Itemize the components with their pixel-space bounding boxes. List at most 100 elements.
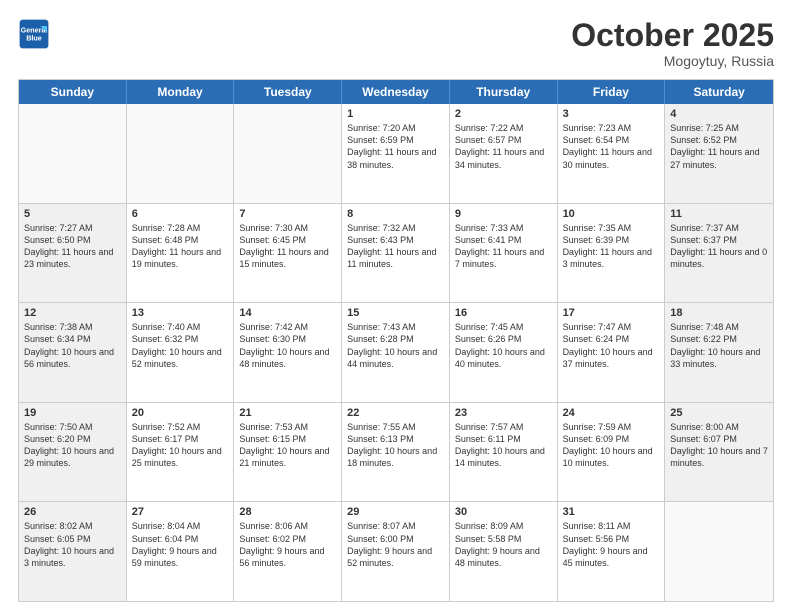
day-number: 7 <box>239 208 336 220</box>
cell-info: Sunrise: 7:28 AM Sunset: 6:48 PM Dayligh… <box>132 222 229 271</box>
cell-info: Sunrise: 8:11 AM Sunset: 5:56 PM Dayligh… <box>563 520 660 569</box>
cal-cell-r2c1: 13Sunrise: 7:40 AM Sunset: 6:32 PM Dayli… <box>127 303 235 402</box>
cal-cell-r0c5: 3 Sunrise: 7:23 AM Sunset: 6:54 PM Daylig… <box>558 104 666 203</box>
calendar-row-2: 5 Sunrise: 7:27 AM Sunset: 6:50 PM Daylig… <box>19 203 773 303</box>
cal-cell-r2c2: 14 Sunrise: 7:42 AM Sunset: 6:30 PM Dayli… <box>234 303 342 402</box>
day-number: 6 <box>132 208 229 220</box>
day-number: 31 <box>563 506 660 518</box>
calendar-row-3: 12 Sunrise: 7:38 AM Sunset: 6:34 PM Dayli… <box>19 302 773 402</box>
header-saturday: Saturday <box>665 80 773 104</box>
cell-info: Sunrise: 7:53 AM Sunset: 6:15 PM Dayligh… <box>239 421 336 470</box>
cell-info: Sunrise: 8:00 AM Sunset: 6:07 PM Dayligh… <box>670 421 768 470</box>
day-number: 30 <box>455 506 552 518</box>
cell-info: Sunrise: 7:27 AM Sunset: 6:50 PM Dayligh… <box>24 222 121 271</box>
cell-info: Sunrise: 7:37 AM Sunset: 6:37 PM Dayligh… <box>670 222 768 271</box>
calendar-header: Sunday Monday Tuesday Wednesday Thursday… <box>19 80 773 104</box>
day-number: 26 <box>24 506 121 518</box>
cal-cell-r0c1 <box>127 104 235 203</box>
calendar-row-4: 19 Sunrise: 7:50 AM Sunset: 6:20 PM Dayli… <box>19 402 773 502</box>
cell-info: Sunrise: 7:35 AM Sunset: 6:39 PM Dayligh… <box>563 222 660 271</box>
cell-info: Sunrise: 7:52 AM Sunset: 6:17 PM Dayligh… <box>132 421 229 470</box>
cal-cell-r4c3: 29 Sunrise: 8:07 AM Sunset: 6:00 PM Dayli… <box>342 502 450 601</box>
cell-info: Sunrise: 8:04 AM Sunset: 6:04 PM Dayligh… <box>132 520 229 569</box>
cell-info: Sunrise: 7:33 AM Sunset: 6:41 PM Dayligh… <box>455 222 552 271</box>
header-thursday: Thursday <box>450 80 558 104</box>
day-number: 1 <box>347 108 444 120</box>
cal-cell-r2c6: 18 Sunrise: 7:48 AM Sunset: 6:22 PM Dayli… <box>665 303 773 402</box>
day-number: 19 <box>24 407 121 419</box>
cal-cell-r2c4: 16Sunrise: 7:45 AM Sunset: 6:26 PM Dayli… <box>450 303 558 402</box>
day-number: 27 <box>132 506 229 518</box>
day-number: 21 <box>239 407 336 419</box>
day-number: 15 <box>347 307 444 319</box>
cal-cell-r0c3: 1Sunrise: 7:20 AM Sunset: 6:59 PM Daylig… <box>342 104 450 203</box>
calendar-row-5: 26 Sunrise: 8:02 AM Sunset: 6:05 PM Dayli… <box>19 501 773 601</box>
cell-info: Sunrise: 7:43 AM Sunset: 6:28 PM Dayligh… <box>347 321 444 370</box>
cal-cell-r3c0: 19 Sunrise: 7:50 AM Sunset: 6:20 PM Dayli… <box>19 403 127 502</box>
cal-cell-r0c0 <box>19 104 127 203</box>
cell-info: Sunrise: 7:23 AM Sunset: 6:54 PM Dayligh… <box>563 122 660 171</box>
cal-cell-r1c2: 7Sunrise: 7:30 AM Sunset: 6:45 PM Daylig… <box>234 204 342 303</box>
cell-info: Sunrise: 7:38 AM Sunset: 6:34 PM Dayligh… <box>24 321 121 370</box>
cal-cell-r1c1: 6 Sunrise: 7:28 AM Sunset: 6:48 PM Daylig… <box>127 204 235 303</box>
cal-cell-r3c6: 25 Sunrise: 8:00 AM Sunset: 6:07 PM Dayli… <box>665 403 773 502</box>
cal-cell-r4c1: 27 Sunrise: 8:04 AM Sunset: 6:04 PM Dayli… <box>127 502 235 601</box>
day-number: 8 <box>347 208 444 220</box>
day-number: 28 <box>239 506 336 518</box>
header-wednesday: Wednesday <box>342 80 450 104</box>
cell-info: Sunrise: 7:50 AM Sunset: 6:20 PM Dayligh… <box>24 421 121 470</box>
cell-info: Sunrise: 7:48 AM Sunset: 6:22 PM Dayligh… <box>670 321 768 370</box>
day-number: 16 <box>455 307 552 319</box>
cell-info: Sunrise: 8:09 AM Sunset: 5:58 PM Dayligh… <box>455 520 552 569</box>
day-number: 24 <box>563 407 660 419</box>
day-number: 20 <box>132 407 229 419</box>
cal-cell-r1c6: 11 Sunrise: 7:37 AM Sunset: 6:37 PM Dayli… <box>665 204 773 303</box>
cal-cell-r1c0: 5 Sunrise: 7:27 AM Sunset: 6:50 PM Daylig… <box>19 204 127 303</box>
day-number: 2 <box>455 108 552 120</box>
cal-cell-r2c0: 12 Sunrise: 7:38 AM Sunset: 6:34 PM Dayli… <box>19 303 127 402</box>
day-number: 22 <box>347 407 444 419</box>
svg-text:Blue: Blue <box>26 33 42 42</box>
day-number: 11 <box>670 208 768 220</box>
day-number: 5 <box>24 208 121 220</box>
calendar-body: 1Sunrise: 7:20 AM Sunset: 6:59 PM Daylig… <box>19 104 773 601</box>
page: General Blue October 2025 Mogoytuy, Russ… <box>0 0 792 612</box>
location-title: Mogoytuy, Russia <box>571 53 774 69</box>
cal-cell-r4c6 <box>665 502 773 601</box>
title-block: October 2025 Mogoytuy, Russia <box>571 18 774 69</box>
month-title: October 2025 <box>571 18 774 53</box>
cell-info: Sunrise: 7:59 AM Sunset: 6:09 PM Dayligh… <box>563 421 660 470</box>
cal-cell-r0c2 <box>234 104 342 203</box>
header: General Blue October 2025 Mogoytuy, Russ… <box>18 18 774 69</box>
header-monday: Monday <box>127 80 235 104</box>
day-number: 23 <box>455 407 552 419</box>
cal-cell-r3c4: 23 Sunrise: 7:57 AM Sunset: 6:11 PM Dayli… <box>450 403 558 502</box>
day-number: 25 <box>670 407 768 419</box>
cell-info: Sunrise: 7:57 AM Sunset: 6:11 PM Dayligh… <box>455 421 552 470</box>
cal-cell-r4c0: 26 Sunrise: 8:02 AM Sunset: 6:05 PM Dayli… <box>19 502 127 601</box>
cal-cell-r1c3: 8Sunrise: 7:32 AM Sunset: 6:43 PM Daylig… <box>342 204 450 303</box>
cal-cell-r3c3: 22Sunrise: 7:55 AM Sunset: 6:13 PM Dayli… <box>342 403 450 502</box>
cell-info: Sunrise: 7:40 AM Sunset: 6:32 PM Dayligh… <box>132 321 229 370</box>
logo-icon: General Blue <box>18 18 50 50</box>
cal-cell-r3c2: 21 Sunrise: 7:53 AM Sunset: 6:15 PM Dayli… <box>234 403 342 502</box>
calendar-row-1: 1Sunrise: 7:20 AM Sunset: 6:59 PM Daylig… <box>19 104 773 203</box>
cell-info: Sunrise: 7:42 AM Sunset: 6:30 PM Dayligh… <box>239 321 336 370</box>
day-number: 29 <box>347 506 444 518</box>
calendar: Sunday Monday Tuesday Wednesday Thursday… <box>18 79 774 602</box>
cell-info: Sunrise: 8:02 AM Sunset: 6:05 PM Dayligh… <box>24 520 121 569</box>
cell-info: Sunrise: 8:07 AM Sunset: 6:00 PM Dayligh… <box>347 520 444 569</box>
cell-info: Sunrise: 7:25 AM Sunset: 6:52 PM Dayligh… <box>670 122 768 171</box>
cal-cell-r2c5: 17Sunrise: 7:47 AM Sunset: 6:24 PM Dayli… <box>558 303 666 402</box>
day-number: 14 <box>239 307 336 319</box>
day-number: 3 <box>563 108 660 120</box>
day-number: 12 <box>24 307 121 319</box>
day-number: 9 <box>455 208 552 220</box>
cal-cell-r1c4: 9 Sunrise: 7:33 AM Sunset: 6:41 PM Daylig… <box>450 204 558 303</box>
cal-cell-r0c4: 2 Sunrise: 7:22 AM Sunset: 6:57 PM Daylig… <box>450 104 558 203</box>
cal-cell-r1c5: 10Sunrise: 7:35 AM Sunset: 6:39 PM Dayli… <box>558 204 666 303</box>
cell-info: Sunrise: 7:22 AM Sunset: 6:57 PM Dayligh… <box>455 122 552 171</box>
day-number: 18 <box>670 307 768 319</box>
cal-cell-r4c4: 30 Sunrise: 8:09 AM Sunset: 5:58 PM Dayli… <box>450 502 558 601</box>
header-friday: Friday <box>558 80 666 104</box>
